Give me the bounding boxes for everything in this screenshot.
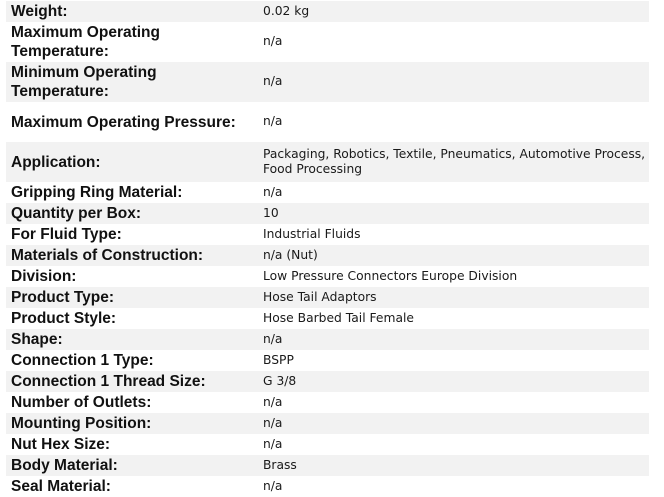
spec-label: Gripping Ring Material: bbox=[11, 184, 183, 201]
spec-row: Gripping Ring Material: n/a bbox=[6, 182, 649, 203]
spec-label: Nut Hex Size: bbox=[11, 436, 111, 453]
spec-label: Connection 1 Type: bbox=[11, 352, 154, 369]
spec-label: Materials of Construction: bbox=[6, 245, 258, 266]
spec-label: Quantity per Box: bbox=[6, 203, 258, 224]
spec-value: Industrial Fluids bbox=[263, 226, 361, 241]
spec-value: n/a bbox=[263, 34, 283, 49]
spec-row: Seal Material: n/a bbox=[6, 476, 649, 497]
spec-label: Product Style: bbox=[11, 310, 117, 327]
spec-row: Application: Packaging, Robotics, Textil… bbox=[6, 142, 649, 182]
spec-value: n/a bbox=[258, 62, 649, 102]
spec-label: Weight: bbox=[6, 1, 258, 22]
spec-value: n/a bbox=[263, 436, 283, 451]
spec-value: n/a bbox=[263, 478, 283, 493]
spec-row: Quantity per Box: 10 bbox=[6, 203, 649, 224]
spec-label: Minimum Operating Temperature: bbox=[6, 62, 258, 102]
spec-value: Packaging, Robotics, Textile, Pneumatics… bbox=[258, 142, 649, 182]
spec-value: 10 bbox=[258, 203, 649, 224]
spec-row: Minimum Operating Temperature: n/a bbox=[6, 62, 649, 102]
spec-row: Maximum Operating Temperature: n/a bbox=[6, 22, 649, 62]
spec-row: Connection 1 Type: BSPP bbox=[6, 350, 649, 371]
spec-label: For Fluid Type: bbox=[11, 226, 122, 243]
spec-value: 0.02 kg bbox=[258, 1, 649, 22]
spec-row: Body Material: Brass bbox=[6, 455, 649, 476]
spec-value: n/a bbox=[263, 114, 283, 129]
spec-row: Nut Hex Size: n/a bbox=[6, 434, 649, 455]
spec-label: Mounting Position: bbox=[6, 413, 258, 434]
spec-label: Connection 1 Thread Size: bbox=[6, 371, 258, 392]
spec-row: Product Style: Hose Barbed Tail Female bbox=[6, 308, 649, 329]
spec-row: Materials of Construction: n/a (Nut) bbox=[6, 245, 649, 266]
spec-value: n/a bbox=[263, 184, 283, 199]
specifications-table: Weight: 0.02 kg Maximum Operating Temper… bbox=[6, 1, 649, 497]
spec-label: Maximum Operating Pressure: bbox=[11, 113, 236, 131]
spec-value: BSPP bbox=[263, 352, 294, 367]
spec-label: Maximum Operating Temperature: bbox=[11, 24, 160, 60]
spec-value: n/a (Nut) bbox=[258, 245, 649, 266]
spec-label: Application: bbox=[6, 142, 258, 182]
spec-label: Body Material: bbox=[6, 455, 258, 476]
spec-label: Shape: bbox=[6, 329, 258, 350]
spec-label: Division: bbox=[11, 268, 77, 285]
spec-value: Brass bbox=[258, 455, 649, 476]
spec-value: Hose Tail Adaptors bbox=[258, 287, 649, 308]
spec-value: n/a bbox=[263, 394, 283, 409]
spec-label: Seal Material: bbox=[11, 478, 111, 495]
spec-row: Connection 1 Thread Size: G 3/8 bbox=[6, 371, 649, 392]
spec-row: Weight: 0.02 kg bbox=[6, 1, 649, 22]
spec-value: G 3/8 bbox=[258, 371, 649, 392]
spec-row: Mounting Position: n/a bbox=[6, 413, 649, 434]
spec-row: For Fluid Type: Industrial Fluids bbox=[6, 224, 649, 245]
spec-value: Low Pressure Connectors Europe Division bbox=[263, 268, 518, 283]
spec-value: n/a bbox=[258, 329, 649, 350]
spec-row: Shape: n/a bbox=[6, 329, 649, 350]
spec-row: Division: Low Pressure Connectors Europe… bbox=[6, 266, 649, 287]
spec-row: Number of Outlets: n/a bbox=[6, 392, 649, 413]
spec-label: Number of Outlets: bbox=[11, 394, 152, 411]
spec-row: Product Type: Hose Tail Adaptors bbox=[6, 287, 649, 308]
spec-row: Maximum Operating Pressure: n/a bbox=[6, 102, 649, 142]
spec-label: Product Type: bbox=[6, 287, 258, 308]
spec-value: n/a bbox=[258, 413, 649, 434]
spec-value: Hose Barbed Tail Female bbox=[263, 310, 414, 325]
